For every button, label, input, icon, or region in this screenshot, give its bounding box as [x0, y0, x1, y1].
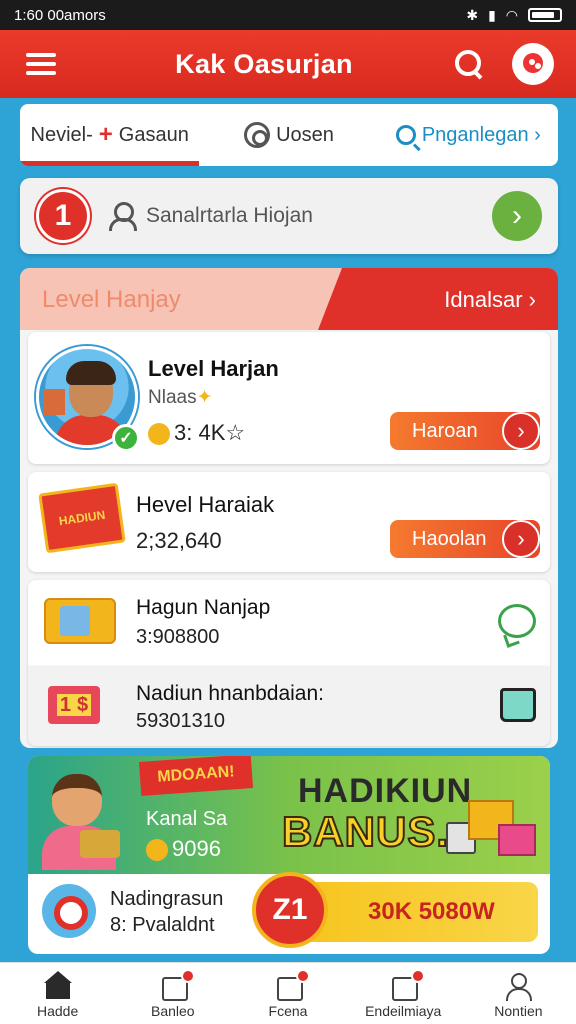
- notification-dot: [296, 969, 310, 983]
- promo-cta-badge: Z1: [252, 872, 328, 948]
- ticket-num: 1: [56, 694, 74, 716]
- card-title: Hevel Haraiak: [136, 492, 275, 517]
- nav-label: Endeilmiaya: [365, 1003, 442, 1019]
- haroan-button[interactable]: Haroan ›: [390, 412, 540, 450]
- card-value: 3: 4K☆: [148, 420, 245, 446]
- go-button[interactable]: ›: [492, 191, 542, 241]
- promo-cta-button[interactable]: Z1 30K 5080W: [252, 872, 538, 948]
- list-item[interactable]: 1 $ Nadiun hnanbdaian: 59301310: [28, 666, 550, 746]
- tab-label: Uosen: [276, 123, 334, 146]
- chevron-right-icon: ›: [502, 520, 540, 558]
- tab-pnganlegan[interactable]: Pnganlegan ›: [379, 104, 558, 166]
- star-icon: ✦: [196, 387, 213, 408]
- promo-headline-bonus: BANUS.: [281, 807, 450, 856]
- tab-label: Neviel-: [30, 123, 93, 146]
- ticket-symbol: $: [74, 694, 92, 716]
- ticket-icon: 1 $: [48, 686, 100, 724]
- promo-small-text: Kanal Sa: [146, 808, 228, 830]
- card-value: 3:908800: [136, 626, 220, 648]
- tab-label: Pnganlegan ›: [421, 123, 541, 146]
- nav-label: Hadde: [36, 1003, 79, 1019]
- card-title: Level Harjan: [148, 356, 279, 381]
- tab-uosen[interactable]: Uosen: [199, 104, 378, 166]
- status-bar: 1:60 00amors ✱ ▮ ◠: [0, 0, 576, 30]
- nav-item-nontien[interactable]: Nontien: [461, 963, 576, 1024]
- card-value: 59301310: [136, 710, 225, 732]
- app-bar: Kak Oasurjan: [0, 30, 576, 98]
- signal-icon: ▮: [488, 6, 496, 23]
- shopping-bag-icon[interactable]: [500, 688, 536, 722]
- person-icon: [504, 973, 533, 1001]
- panel-header-left: Level Hanjay: [42, 286, 181, 313]
- promo-headline: HADIKIUN: [298, 772, 473, 810]
- nav-item-endeilmiaya[interactable]: Endeilmiaya: [346, 963, 461, 1024]
- list-item[interactable]: Hagun Nanjap 3:908800: [28, 580, 550, 666]
- promo-banner-area: MDOAAN! Kanal Sa 9096 HADIKIUN BANUS.: [28, 756, 550, 874]
- search-icon: [395, 125, 416, 145]
- home-icon: [43, 971, 72, 999]
- nav-label: Fcena: [268, 1003, 308, 1019]
- card-subtitle: Nlaas✦: [148, 386, 213, 409]
- battery-icon: [528, 8, 562, 22]
- nav-item-home[interactable]: Hadde: [0, 963, 115, 1024]
- panel-header: Level Hanjay Idnalsar ›: [20, 268, 558, 330]
- card-title: Nadiun hnanbdaian:: [136, 682, 324, 705]
- plus-icon: +: [98, 121, 113, 148]
- tab-neviel[interactable]: Neviel- + Gasaun: [20, 104, 200, 166]
- menu-icon[interactable]: [26, 53, 56, 75]
- nav-item-banleo[interactable]: Banleo: [115, 963, 230, 1024]
- knot-icon: [244, 122, 271, 148]
- promo-bottom-title: Nadingrasun: [110, 888, 224, 910]
- chat-icon[interactable]: [498, 604, 536, 638]
- promo-small-value-text: 9096: [172, 836, 221, 861]
- panel-header-right-link[interactable]: Idnalsar ›: [444, 287, 536, 313]
- tab-label-2: Gasaun: [118, 123, 189, 146]
- user-icon: [108, 202, 137, 231]
- nav-label: Nontien: [494, 1003, 543, 1019]
- promo-bottom: Nadingrasun 8: Pvalaldnt Z1 30K 5080W: [28, 872, 550, 954]
- star-outline-icon: ☆: [225, 420, 246, 445]
- briefcase-icon: [44, 598, 116, 644]
- notification-dot: [411, 969, 426, 983]
- reward-card[interactable]: HADIUN Hevel Haraiak 2;32,640 Haoolan ›: [28, 472, 550, 572]
- check-icon: ✓: [112, 424, 140, 452]
- chevron-right-icon: ›: [502, 412, 540, 450]
- promo-card[interactable]: MDOAAN! Kanal Sa 9096 HADIKIUN BANUS. Na…: [28, 756, 550, 954]
- count-badge: 1: [36, 189, 90, 243]
- bluetooth-icon: ✱: [466, 6, 479, 23]
- search-row-text: Sanalrtarla Hiojan: [146, 204, 313, 227]
- level-card[interactable]: ✓ Level Harjan Nlaas✦ 3: 4K☆ Haroan ›: [28, 332, 550, 464]
- coin-icon: [146, 839, 168, 862]
- target-icon: [42, 884, 96, 938]
- promo-ribbon: MDOAAN!: [138, 756, 254, 796]
- kid-illustration: [40, 774, 120, 870]
- card-subtitle-text: Nlaas: [148, 387, 197, 408]
- sign-icon: HADIUN: [38, 482, 126, 554]
- search-row[interactable]: 1 Sanalrtarla Hiojan ›: [20, 178, 558, 254]
- search-icon[interactable]: [452, 47, 486, 81]
- promo-bottom-sub: 8: Pvalaldnt: [110, 914, 215, 936]
- nav-label: Banleo: [151, 1003, 195, 1019]
- button-label: Haroan: [412, 419, 478, 442]
- status-time: 1:60 00amors: [14, 6, 106, 24]
- promo-cta-label: 30K 5080W: [368, 898, 495, 925]
- level-panel: Level Hanjay Idnalsar › ✓ Level Harjan N…: [20, 268, 558, 748]
- notification-dot: [180, 969, 195, 983]
- status-icons: ✱ ▮ ◠: [466, 7, 562, 24]
- coin-icon: [148, 423, 170, 446]
- haoolan-button[interactable]: Haoolan ›: [390, 520, 540, 558]
- tab-bar: Neviel- + Gasaun Uosen Pnganlegan ›: [20, 104, 558, 166]
- button-label: Haoolan: [412, 527, 487, 550]
- nav-item-fcena[interactable]: Fcena: [230, 963, 345, 1024]
- wifi-icon: ◠: [505, 6, 518, 23]
- card-value-text: 3: 4K: [174, 420, 226, 445]
- promo-small-value: 9096: [146, 836, 221, 862]
- gift-icon: [446, 778, 538, 858]
- app-title: Kak Oasurjan: [175, 48, 353, 79]
- profile-icon[interactable]: [512, 43, 554, 85]
- bottom-nav: Hadde Banleo Fcena Endeilmiaya Nontien: [0, 962, 576, 1024]
- card-value: 2;32,640: [136, 528, 222, 553]
- card-title: Hagun Nanjap: [136, 596, 271, 619]
